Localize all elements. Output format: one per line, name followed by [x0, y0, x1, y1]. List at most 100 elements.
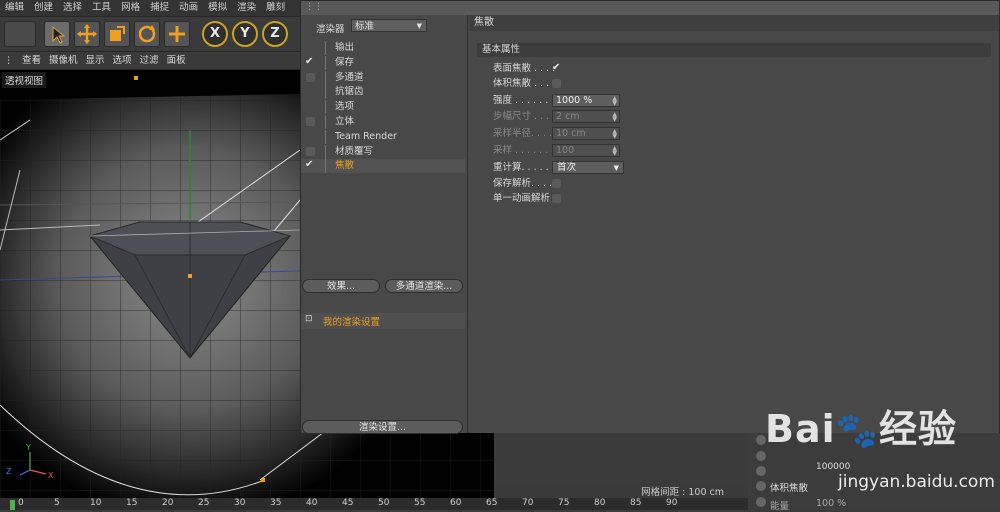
viewport-menu-options[interactable]: 选项: [109, 53, 136, 69]
renderer-value: 标准: [355, 21, 375, 32]
watermark-brand-cn: 经验: [878, 407, 957, 451]
intensity-label: 强度 . . . . . . .: [493, 95, 555, 106]
volume-caustics-label: 体积焦散 . . . .: [493, 78, 556, 89]
select-tool-button[interactable]: [44, 21, 70, 47]
sample-radius-field: 10 cm ▲ ▼: [552, 127, 620, 140]
menu-snap[interactable]: 捕捉: [145, 0, 174, 16]
settings-item[interactable]: 抗锯齿: [301, 85, 465, 100]
timeline[interactable]: 0 5 10 15 20 25 30 35 40 45 50 55 60 65 70 75 80 85 90: [0, 498, 750, 510]
menu-sculpt[interactable]: 雕刻: [261, 0, 290, 16]
timeline-tick-label: 25: [198, 498, 210, 508]
volume-caustics-checkbox[interactable]: [552, 79, 561, 88]
timeline-tick-label: 35: [270, 498, 282, 508]
axis-x-button[interactable]: X: [202, 21, 228, 47]
effects-button[interactable]: 效果...: [302, 279, 380, 293]
photon-count-value: 100000: [816, 462, 851, 472]
step-size-field: 2 cm ▲ ▼: [552, 110, 620, 123]
baidu-watermark: Bai🐾经验: [765, 398, 957, 453]
spinner-icon[interactable]: ▲ ▼: [612, 96, 617, 107]
menu-animate[interactable]: 动画: [174, 0, 203, 16]
settings-item[interactable]: 材质覆写: [301, 144, 465, 159]
recompute-row: 重计算. . . . . . 首次 ▼: [493, 161, 793, 175]
scale-icon: [110, 26, 125, 41]
timeline-tick-label: 15: [126, 498, 138, 508]
viewport-menu-panel[interactable]: 面板: [163, 53, 190, 69]
svg-text:Y: Y: [25, 443, 31, 452]
settings-item[interactable]: 选项: [301, 100, 465, 115]
axis-z-button[interactable]: Z: [262, 21, 288, 47]
volume-caustics-label: 体积焦散: [770, 483, 809, 494]
viewport-status-bar: 网格间距 : 100 cm: [494, 483, 748, 498]
radio-icon[interactable]: [756, 466, 766, 476]
group-title: 基本属性: [477, 43, 991, 57]
single-anim-solution-checkbox[interactable]: [552, 194, 561, 203]
grid-spacing-label: 网格间距 : 100 cm: [641, 487, 724, 498]
menu-tools[interactable]: 工具: [87, 0, 116, 16]
menu-create[interactable]: 创建: [29, 0, 58, 16]
move-tool-button[interactable]: [74, 21, 100, 47]
timeline-tick-label: 0: [18, 498, 24, 508]
menu-mesh[interactable]: 网格: [116, 0, 145, 16]
render-settings-dialog: ⋮⋮ 渲染器 标准 ▼ 输出 ✔ 保存 多通道 抗锯齿选项 立体 Team Render 材质…: [300, 0, 1000, 434]
axis-y-button[interactable]: Y: [232, 21, 258, 47]
settings-item[interactable]: Team Render: [301, 129, 465, 144]
settings-item-checkbox[interactable]: [306, 72, 315, 82]
save-solution-checkbox[interactable]: [552, 179, 561, 188]
dialog-title-bar[interactable]: ⋮⋮: [301, 1, 999, 15]
intensity-field[interactable]: 1000 % ▲ ▼: [552, 94, 620, 107]
renderer-dropdown[interactable]: 标准 ▼: [351, 19, 427, 32]
surface-caustics-checkbox[interactable]: ✔: [552, 61, 560, 75]
checkmark-icon[interactable]: ✔: [305, 158, 313, 172]
menu-select[interactable]: 选择: [58, 0, 87, 16]
renderer-label: 渲染器: [316, 24, 345, 35]
menu-simulate[interactable]: 模拟: [203, 0, 232, 16]
viewport-menu-filter[interactable]: 过滤: [136, 53, 163, 69]
settings-item-label: Team Render: [335, 130, 397, 142]
settings-item[interactable]: 输出: [301, 41, 465, 55]
scale-tool-button[interactable]: [104, 21, 130, 47]
spinner-icon: ▲ ▼: [612, 111, 617, 123]
settings-item[interactable]: 立体: [301, 115, 465, 129]
checkmark-icon[interactable]: ✔: [305, 55, 313, 69]
render-preset-item[interactable]: ⊡ 我的渲染设置: [301, 313, 465, 329]
sample-radius-value: 10 cm: [556, 128, 586, 139]
menu-edit[interactable]: 编辑: [0, 0, 29, 16]
recompute-label: 重计算. . . . . .: [493, 162, 555, 173]
radio-icon[interactable]: [756, 481, 766, 491]
render-settings-button[interactable]: 渲染设置...: [302, 420, 463, 434]
settings-item-label: 抗锯齿: [335, 86, 364, 98]
settings-item[interactable]: 多通道: [301, 70, 465, 85]
expand-icon[interactable]: ⊡: [305, 314, 313, 324]
settings-item-checkbox[interactable]: [306, 117, 315, 126]
recompute-dropdown[interactable]: 首次 ▼: [552, 161, 624, 174]
timeline-tick-label: 50: [378, 498, 390, 508]
timeline-tick-label: 55: [414, 498, 426, 508]
tree-line: [325, 115, 334, 129]
radio-icon[interactable]: [756, 497, 766, 507]
menu-render[interactable]: 渲染: [232, 0, 261, 16]
viewport-menu-display[interactable]: 显示: [82, 53, 109, 69]
rotate-tool-button[interactable]: [134, 21, 160, 47]
settings-item[interactable]: ✔ 保存: [301, 55, 465, 70]
timeline-playhead[interactable]: [10, 500, 15, 510]
tree-line: [325, 70, 334, 85]
viewport-grip-icon: ⋮: [4, 55, 14, 66]
viewport-menu-camera[interactable]: 摄像机: [45, 53, 82, 69]
chevron-down-icon: ▼: [416, 22, 422, 30]
svg-text:X: X: [48, 471, 54, 480]
viewport-menu-view[interactable]: 查看: [18, 53, 45, 69]
energy-value: 100 %: [816, 498, 847, 509]
settings-item-checkbox[interactable]: [306, 146, 315, 156]
settings-item[interactable]: ✔ 焦散: [301, 158, 465, 174]
tree-line: [325, 55, 334, 70]
tree-line: [325, 144, 334, 159]
samples-field: 100 ▲ ▼: [552, 144, 620, 157]
intensity-value: 1000 %: [556, 95, 593, 106]
volume-caustics-row: 体积焦散 . . . .: [493, 77, 793, 91]
transform-tool-button[interactable]: [164, 21, 190, 47]
watermark-brand: Bai: [765, 407, 836, 451]
surface-caustics-label: 表面焦散 . . . .: [493, 63, 556, 74]
recompute-value: 首次: [557, 162, 577, 173]
multipass-render-button[interactable]: 多通道渲染...: [385, 279, 463, 293]
undo-button[interactable]: [4, 21, 36, 47]
